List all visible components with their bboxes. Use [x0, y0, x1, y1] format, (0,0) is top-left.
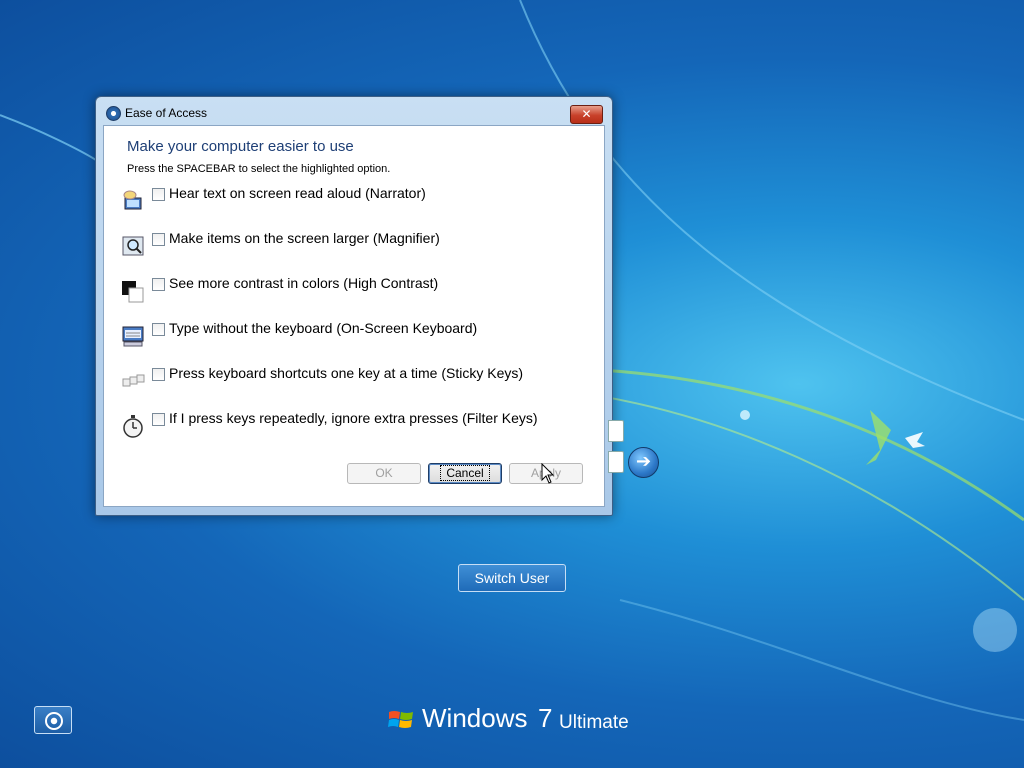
- filter-keys-checkbox[interactable]: [152, 413, 165, 426]
- magnifier-icon: [122, 236, 144, 256]
- dialog-body: Make your computer easier to use Press t…: [103, 125, 605, 507]
- high-contrast-checkbox[interactable]: [152, 278, 165, 291]
- ok-button[interactable]: OK: [347, 463, 421, 484]
- option-filter-keys[interactable]: If I press keys repeatedly, ignore extra…: [121, 410, 591, 450]
- brand-version: 7: [538, 703, 553, 733]
- narrator-icon: [123, 190, 142, 210]
- high-contrast-label[interactable]: See more contrast in colors (High Contra…: [169, 275, 438, 291]
- option-magnifier[interactable]: Make items on the screen larger (Magnifi…: [121, 230, 591, 270]
- ease-of-access-dialog: Ease of Access ✕ Make your computer easi…: [95, 96, 613, 516]
- option-on-screen-keyboard[interactable]: Type without the keyboard (On-Screen Key…: [121, 320, 591, 360]
- magnifier-label[interactable]: Make items on the screen larger (Magnifi…: [169, 230, 440, 246]
- cancel-button[interactable]: Cancel: [428, 463, 502, 484]
- narrator-label[interactable]: Hear text on screen read aloud (Narrator…: [169, 185, 426, 201]
- dialog-title: Ease of Access: [125, 106, 208, 120]
- sticky-keys-icon: [122, 374, 145, 387]
- mouse-cursor-icon: [541, 463, 555, 484]
- password-field[interactable]: [608, 451, 624, 473]
- option-sticky-keys[interactable]: Press keyboard shortcuts one key at a ti…: [121, 365, 591, 405]
- on-screen-keyboard-label[interactable]: Type without the keyboard (On-Screen Key…: [169, 320, 477, 336]
- on-screen-keyboard-checkbox[interactable]: [152, 323, 165, 336]
- windows-flag-icon: [388, 711, 413, 728]
- option-high-contrast[interactable]: See more contrast in colors (High Contra…: [121, 275, 591, 315]
- submit-arrow-button[interactable]: ➔: [628, 447, 659, 478]
- high-contrast-icon: [122, 281, 144, 303]
- ease-of-access-icon: [45, 712, 63, 730]
- dialog-titlebar[interactable]: Ease of Access ✕: [96, 97, 612, 125]
- ease-of-access-icon: [106, 106, 121, 121]
- username-field[interactable]: [608, 420, 624, 442]
- option-narrator[interactable]: Hear text on screen read aloud (Narrator…: [121, 185, 591, 225]
- close-button[interactable]: ✕: [570, 105, 603, 124]
- brand-name: Windows: [422, 703, 528, 733]
- dialog-heading: Make your computer easier to use: [127, 138, 354, 155]
- ease-of-access-button[interactable]: [34, 706, 72, 734]
- sticky-keys-checkbox[interactable]: [152, 368, 165, 381]
- filter-keys-icon: [123, 415, 143, 438]
- narrator-checkbox[interactable]: [152, 188, 165, 201]
- switch-user-button[interactable]: Switch User: [458, 564, 566, 592]
- dialog-hint: Press the SPACEBAR to select the highlig…: [127, 163, 391, 175]
- brand-edition: Ultimate: [559, 712, 629, 733]
- cancel-label: Cancel: [440, 465, 490, 481]
- on-screen-keyboard-icon: [122, 326, 144, 347]
- sticky-keys-label[interactable]: Press keyboard shortcuts one key at a ti…: [169, 365, 523, 381]
- filter-keys-label[interactable]: If I press keys repeatedly, ignore extra…: [169, 410, 538, 426]
- magnifier-checkbox[interactable]: [152, 233, 165, 246]
